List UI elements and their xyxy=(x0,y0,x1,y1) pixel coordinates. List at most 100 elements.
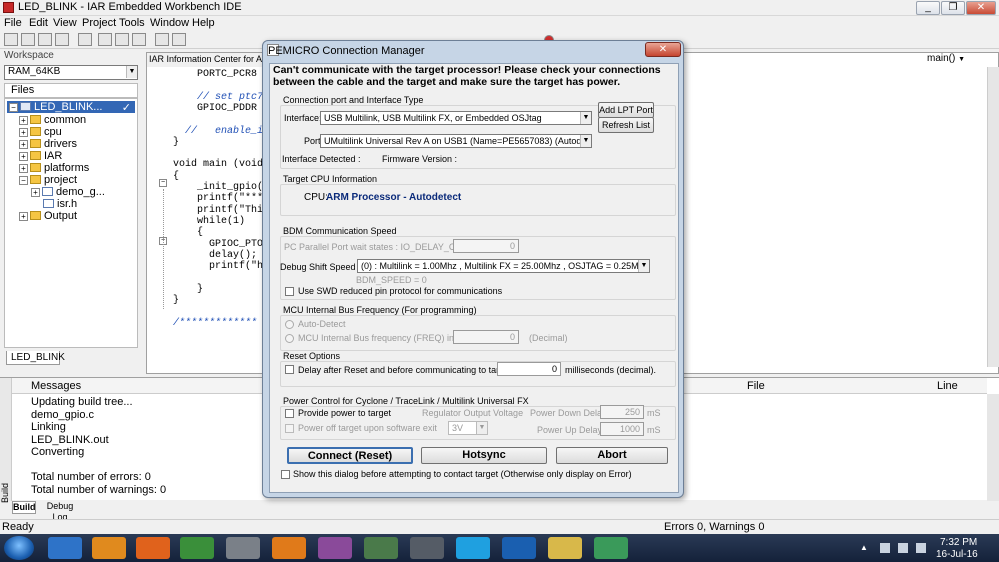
internet-explorer-icon[interactable] xyxy=(48,537,82,559)
auto-detect-label: Auto-Detect xyxy=(298,319,346,329)
tree-item-common[interactable]: + common xyxy=(19,114,86,126)
messages-sidebar: Build xyxy=(0,378,12,504)
tray-flag-icon[interactable] xyxy=(880,543,890,553)
interface-select[interactable]: USB Multilink, USB Multilink FX, or Embe… xyxy=(320,111,592,125)
power-off-checkbox[interactable] xyxy=(285,424,294,433)
pc-wait-input[interactable]: 0 xyxy=(453,239,519,253)
mcu-frequency-radio[interactable] xyxy=(285,334,294,343)
pdf-reader-icon[interactable] xyxy=(272,537,306,559)
app-icon xyxy=(3,2,14,13)
new-file-icon[interactable] xyxy=(4,33,18,46)
abort-button[interactable]: Abort xyxy=(556,447,668,464)
folder-icon xyxy=(30,115,41,124)
menu-help[interactable]: Help xyxy=(192,17,215,29)
messages-scrollbar[interactable] xyxy=(987,394,999,501)
tree-item-label: platforms xyxy=(44,162,90,174)
menu-tools[interactable]: Tools xyxy=(119,17,145,29)
tree-item-project-root[interactable]: − LED_BLINK... ✓ xyxy=(7,101,135,114)
decimal-label: (Decimal) xyxy=(529,333,568,343)
function-dropdown[interactable]: main() ▼ xyxy=(927,53,965,64)
tray-network-icon[interactable] xyxy=(898,543,908,553)
file-tree: − LED_BLINK... ✓ + common + cpu + drivers + IA… xyxy=(4,98,138,348)
menu-window[interactable]: Window xyxy=(150,17,189,29)
files-header: Files xyxy=(4,83,138,98)
mcu-frequency-input[interactable]: 0 xyxy=(453,330,519,344)
editor-scrollbar[interactable] xyxy=(987,67,999,367)
connect-reset-button[interactable]: Connect (Reset) xyxy=(287,447,413,464)
tree-item-isr-h[interactable]: isr.h xyxy=(43,198,77,210)
file-explorer-icon[interactable] xyxy=(548,537,582,559)
chip-app-icon[interactable] xyxy=(410,537,444,559)
workspace-tab[interactable]: LED_BLINK xyxy=(6,351,65,365)
iar-tools-icon[interactable] xyxy=(226,537,260,559)
tree-item-output[interactable]: + Output xyxy=(19,210,77,222)
file-column-header[interactable]: File xyxy=(747,380,765,392)
code-line: } xyxy=(173,136,180,148)
configuration-dropdown[interactable]: RAM_64KB ▼ xyxy=(4,65,138,80)
messages-column-header[interactable]: Messages xyxy=(31,380,81,392)
tray-volume-icon[interactable] xyxy=(916,543,926,553)
add-lpt-port-button[interactable]: Add LPT Port xyxy=(598,102,654,118)
tree-item-project[interactable]: − project xyxy=(19,174,77,186)
redo-icon[interactable] xyxy=(172,33,186,46)
folder-icon xyxy=(30,151,41,160)
voltage-select[interactable]: 3V ▼ xyxy=(448,421,488,435)
build-side-label: Build xyxy=(0,483,10,504)
undo-icon[interactable] xyxy=(155,33,169,46)
document-app-icon[interactable] xyxy=(318,537,352,559)
minimize-button[interactable]: _ xyxy=(916,1,940,15)
editor-tab[interactable]: IAR Information Center for ARM xyxy=(147,53,277,67)
clock-time[interactable]: 7:32 PM xyxy=(940,537,977,548)
shift-speed-select[interactable]: (0) : Multilink = 1.00Mhz , Multilink FX… xyxy=(357,259,650,273)
save-all-icon[interactable] xyxy=(55,33,69,46)
menu-file[interactable]: File xyxy=(4,17,22,29)
chrome-icon[interactable] xyxy=(180,537,214,559)
start-orb-icon[interactable] xyxy=(4,536,34,560)
network-app-icon[interactable] xyxy=(364,537,398,559)
tab-debug-log[interactable]: Debug Log xyxy=(38,501,82,522)
milliseconds-label: milliseconds (decimal). xyxy=(565,365,657,375)
hotsync-button[interactable]: Hotsync xyxy=(421,447,547,464)
firefox-icon[interactable] xyxy=(136,537,170,559)
close-window-button[interactable]: ✕ xyxy=(966,1,996,15)
reset-group-label: Reset Options xyxy=(283,351,341,361)
tree-item-iar[interactable]: + IAR xyxy=(19,150,62,162)
tree-item-drivers[interactable]: + drivers xyxy=(19,138,77,150)
message-line: Linking xyxy=(31,421,66,433)
code-line: /************* xyxy=(173,317,258,329)
tree-item-platforms[interactable]: + platforms xyxy=(19,162,89,174)
cut-icon[interactable] xyxy=(98,33,112,46)
menu-view[interactable]: View xyxy=(53,17,77,29)
dialog-close-button[interactable]: ✕ xyxy=(645,42,681,57)
swd-checkbox[interactable] xyxy=(285,287,294,296)
clock-date[interactable]: 16-Jul-16 xyxy=(936,549,978,560)
show-dialog-checkbox[interactable] xyxy=(281,470,290,479)
refresh-list-button[interactable]: Refresh List xyxy=(598,117,654,133)
folder-icon xyxy=(30,211,41,220)
port-select[interactable]: UMultilink Universal Rev A on USB1 (Name… xyxy=(320,134,592,148)
open-file-icon[interactable] xyxy=(21,33,35,46)
skype-icon[interactable] xyxy=(456,537,490,559)
delay-reset-input[interactable]: 0 xyxy=(497,362,561,376)
delay-reset-checkbox[interactable] xyxy=(285,365,294,374)
print-icon[interactable] xyxy=(78,33,92,46)
paste-icon[interactable] xyxy=(132,33,146,46)
media-player-icon[interactable] xyxy=(92,537,126,559)
line-column-header[interactable]: Line xyxy=(937,380,958,392)
power-down-delay-input[interactable]: 250 xyxy=(600,405,644,419)
power-up-delay-input[interactable]: 1000 xyxy=(600,422,644,436)
menu-project[interactable]: Project xyxy=(82,17,116,29)
outlook-icon[interactable] xyxy=(502,537,536,559)
provide-power-checkbox[interactable] xyxy=(285,409,294,418)
auto-detect-radio[interactable] xyxy=(285,320,294,329)
chart-app-icon[interactable] xyxy=(594,537,628,559)
tree-item-cpu[interactable]: + cpu xyxy=(19,126,62,138)
save-icon[interactable] xyxy=(38,33,52,46)
restore-button[interactable]: ❐ xyxy=(941,1,965,15)
tab-build[interactable]: Build xyxy=(12,501,36,514)
menu-edit[interactable]: Edit xyxy=(29,17,48,29)
copy-icon[interactable] xyxy=(115,33,129,46)
tray-arrow-icon[interactable]: ▲ xyxy=(860,543,869,552)
tree-item-demo-gpio[interactable]: + demo_g... xyxy=(31,186,105,198)
tree-item-label: LED_BLINK... xyxy=(34,101,103,113)
